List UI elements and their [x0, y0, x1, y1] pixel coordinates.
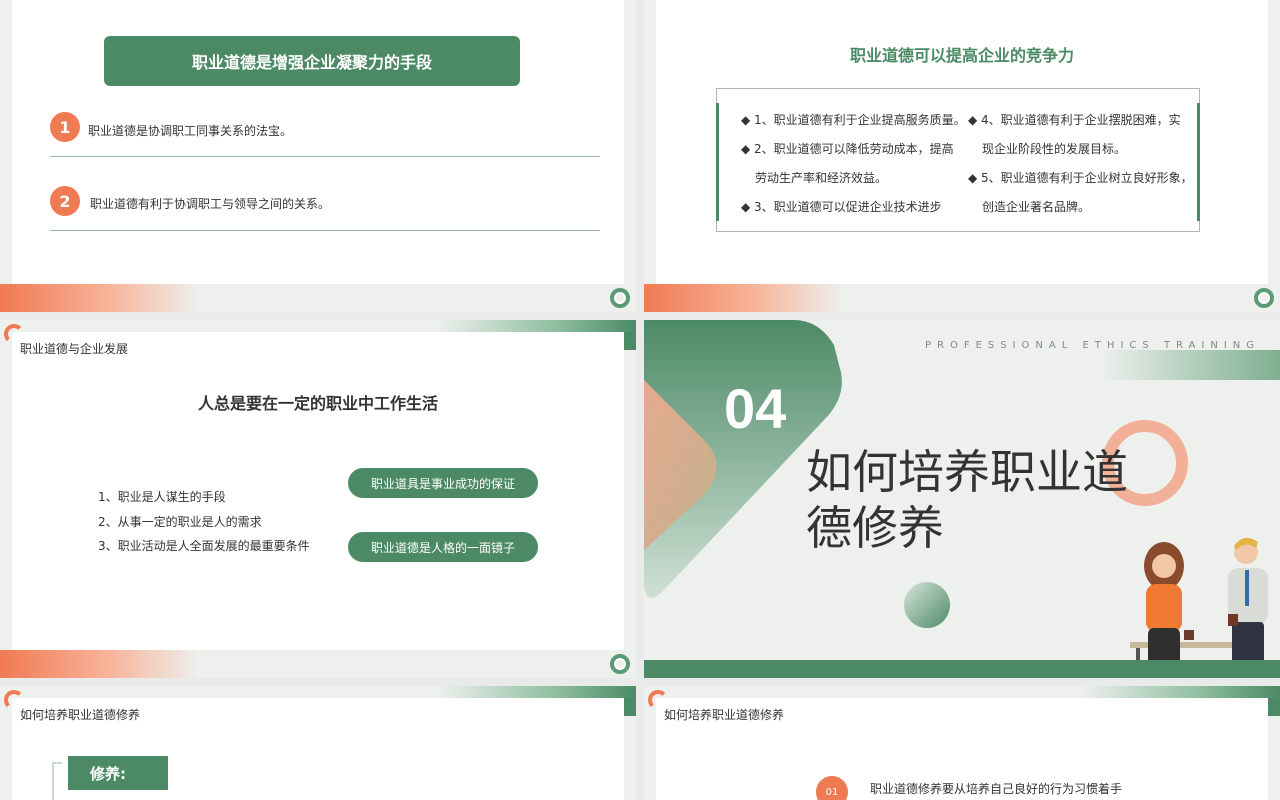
slide1-banner: 职业道德是增强企业凝聚力的手段 — [104, 36, 520, 86]
section-header: 如何培养职业道德修养 — [20, 708, 141, 722]
box-accent-bar — [1197, 103, 1200, 221]
slide-edge — [624, 716, 636, 800]
orb-decoration — [904, 582, 950, 628]
english-subtitle: PROFESSIONAL ETHICS TRAINING — [924, 340, 1260, 351]
slide-edge — [0, 332, 12, 678]
bullet-line: ◆ 4、职业道德有利于企业摆脱困难，实 — [968, 113, 1181, 127]
slide-edge — [644, 698, 656, 800]
slide-thumbnail-3[interactable]: 职业道德与企业发展 人总是要在一定的职业中工作生活 1、职业是人谋生的手段 2、… — [0, 320, 636, 678]
pill-label: 职业道德是人格的一面镜子 — [348, 532, 538, 562]
ring-decoration — [610, 654, 630, 674]
list-item: 3、职业活动是人全面发展的最重要条件 — [98, 539, 310, 553]
bracket-decoration — [52, 762, 62, 800]
bullet-line: ◆ 2、职业道德可以降低劳动成本，提高 — [741, 142, 954, 156]
pill-label: 职业道具是事业成功的保证 — [348, 468, 538, 498]
people-illustration — [1130, 537, 1268, 678]
slide2-title: 职业道德可以提高企业的竞争力 — [849, 46, 1074, 65]
slide3-title: 人总是要在一定的职业中工作生活 — [197, 394, 438, 413]
bullet-line: ◆ 1、职业道德有利于企业提高服务质量。 — [741, 113, 966, 127]
slide-edge — [0, 698, 12, 800]
number-badge: 2 — [50, 186, 80, 216]
ring-decoration — [610, 288, 630, 308]
slide-thumbnail-2[interactable]: 职业道德可以提高企业的竞争力 ◆ 1、职业道德有利于企业提高服务质量。 ◆ 2、… — [644, 0, 1280, 312]
box-accent-bar — [716, 103, 719, 221]
section-header: 职业道德与企业发展 — [20, 342, 129, 356]
slide1-item-text: 职业道德是协调职工同事关系的法宝。 — [88, 124, 293, 138]
header-gradient — [436, 686, 636, 698]
slide-edge — [0, 0, 12, 312]
header-tab — [624, 698, 636, 716]
slide-grid: 职业道德是增强企业凝聚力的手段 1 职业道德是协调职工同事关系的法宝。 2 职业… — [0, 0, 1280, 800]
list-item: 1、职业是人谋生的手段 — [98, 490, 226, 504]
floor-bar — [644, 660, 1280, 678]
slide-thumbnail-4[interactable]: PROFESSIONAL ETHICS TRAINING 04 如何培养职业道德… — [644, 320, 1280, 678]
slide-edge — [1268, 716, 1280, 800]
slide-thumbnail-6[interactable]: 如何培养职业道德修养 01 职业道德修养要从培养自己良好的行为习惯着手 — [644, 686, 1280, 800]
footer-gradient — [0, 284, 200, 312]
slide-edge — [624, 0, 636, 312]
footer-gradient — [0, 650, 200, 678]
step-text: 职业道德修养要从培养自己良好的行为习惯着手 — [870, 782, 1123, 796]
bullet-line: 劳动生产率和经济效益。 — [755, 171, 888, 185]
bullet-line: ◆ 3、职业道德可以促进企业技术进步 — [741, 200, 942, 214]
bullet-line: ◆ 5、职业道德有利于企业树立良好形象， — [968, 171, 1193, 185]
content-box: ◆ 1、职业道德有利于企业提高服务质量。 ◆ 2、职业道德可以降低劳动成本，提高… — [716, 88, 1200, 232]
number-badge: 01 — [816, 776, 848, 800]
divider — [50, 230, 600, 231]
list-item: 2、从事一定的职业是人的需求 — [98, 515, 262, 529]
bullet-line: 现企业阶段性的发展目标。 — [982, 142, 1127, 156]
label-box: 修养: — [68, 756, 168, 790]
slide-thumbnail-5[interactable]: 如何培养职业道德修养 修养: — [0, 686, 636, 800]
ring-decoration — [1254, 288, 1274, 308]
header-tab — [624, 332, 636, 350]
divider — [50, 156, 600, 157]
header-gradient — [1100, 350, 1280, 380]
slide-thumbnail-1[interactable]: 职业道德是增强企业凝聚力的手段 1 职业道德是协调职工同事关系的法宝。 2 职业… — [0, 0, 636, 312]
header-gradient — [436, 320, 636, 332]
footer-gradient — [644, 284, 844, 312]
header-tab — [1268, 698, 1280, 716]
section-number: 04 — [724, 377, 787, 440]
slide1-item-text: 职业道德有利于协调职工与领导之间的关系。 — [90, 197, 331, 211]
header-gradient — [1080, 686, 1280, 698]
bullet-line: 创造企业著名品牌。 — [982, 200, 1091, 214]
section-title: 如何培养职业道德修养 — [806, 445, 1128, 555]
section-header: 如何培养职业道德修养 — [664, 708, 785, 722]
number-badge: 1 — [50, 112, 80, 142]
